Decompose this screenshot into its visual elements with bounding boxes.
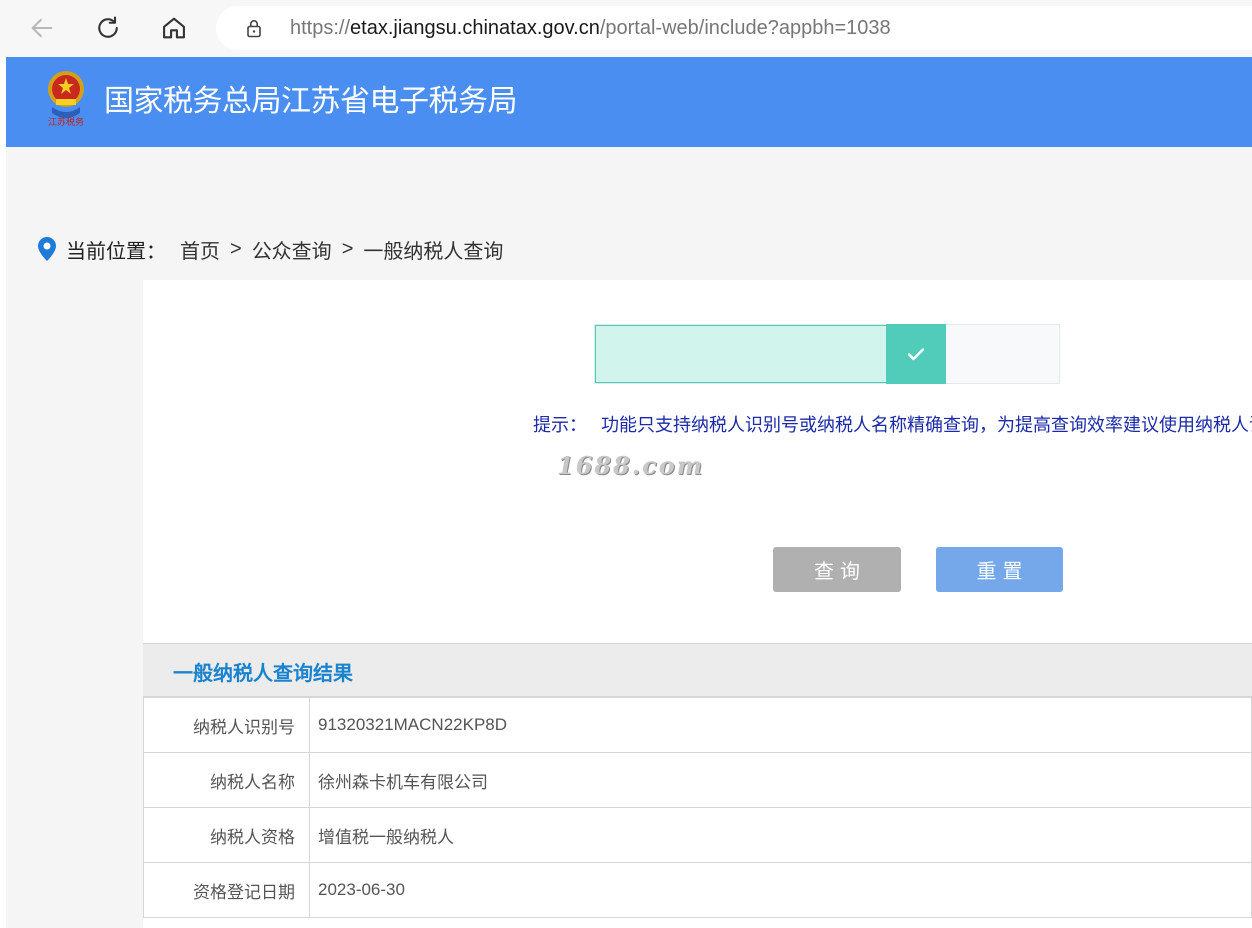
breadcrumb-separator: > <box>341 237 354 260</box>
emblem-caption: 江苏税务 <box>47 118 84 128</box>
taxpayer-id-value: 91320321MACN22KP8D <box>309 697 1252 753</box>
arrow-left-icon <box>31 18 53 38</box>
breadcrumb: 当前位置： 首页 > 公众查询 > 一般纳税人查询 <box>36 235 503 263</box>
breadcrumb-separator: > <box>230 237 242 260</box>
breadcrumb-current: 一般纳税人查询 <box>363 238 504 263</box>
home-icon <box>163 17 185 39</box>
site-title: 国家税务总局江苏省电子税务局 <box>104 84 518 119</box>
field-label: 纳税人资格 <box>143 807 310 863</box>
reload-button[interactable] <box>90 10 126 46</box>
result-table: 纳税人识别号 91320321MACN22KP8D 纳税人名称 徐州森卡机车有限… <box>143 697 1252 918</box>
taxpayer-qualification-value: 增值税一般纳税人 <box>309 807 1252 863</box>
lock-icon <box>247 20 261 38</box>
hint-label: 提示： <box>533 415 587 436</box>
slider-captcha[interactable] <box>594 324 1060 384</box>
table-row: 资格登记日期 2023-06-30 <box>143 862 1252 918</box>
table-row: 纳税人识别号 91320321MACN22KP8D <box>143 697 1252 753</box>
query-panel: 提示： 功能只支持纳税人识别号或纳税人名称精确查询，为提高查询效率建议使用纳税人识… <box>143 280 1252 928</box>
hint-text: 功能只支持纳税人识别号或纳税人名称精确查询，为提高查询效率建议使用纳税人识别号查… <box>601 415 1252 436</box>
url-scheme: https:// <box>290 17 351 39</box>
table-row: 纳税人名称 徐州森卡机车有限公司 <box>143 752 1252 808</box>
browser-toolbar: https://etax.jiangsu.chinatax.gov.cn/por… <box>0 0 1252 57</box>
reload-icon <box>98 16 118 38</box>
site-header: 江苏税务 国家税务总局江苏省电子税务局 <box>6 57 1252 147</box>
address-bar[interactable]: https://etax.jiangsu.chinatax.gov.cn/por… <box>216 6 1252 50</box>
watermark: 1688.com <box>557 451 705 480</box>
slider-handle[interactable] <box>886 324 946 384</box>
table-row: 纳税人资格 增值税一般纳税人 <box>143 807 1252 863</box>
query-button[interactable]: 查询 <box>773 547 901 592</box>
checkmark-icon <box>907 348 925 361</box>
field-label: 资格登记日期 <box>143 862 310 918</box>
back-button[interactable] <box>24 10 60 46</box>
result-title: 一般纳税人查询结果 <box>173 661 353 685</box>
url-path: /portal-web/include?appbh=1038 <box>599 17 891 39</box>
breadcrumb-label: 当前位置： <box>66 238 166 263</box>
query-hint: 提示： 功能只支持纳税人识别号或纳税人名称精确查询，为提高查询效率建议使用纳税人识… <box>533 414 1252 438</box>
result-header: 一般纳税人查询结果 <box>143 643 1252 697</box>
home-button[interactable] <box>156 10 192 46</box>
field-label: 纳税人识别号 <box>143 697 310 753</box>
breadcrumb-home[interactable]: 首页 <box>180 235 220 264</box>
page: 江苏税务 国家税务总局江苏省电子税务局 当前位置： 首页 > 公众查询 > 一般… <box>6 57 1252 928</box>
url-host: etax.jiangsu.chinatax.gov.cn <box>350 17 600 39</box>
reset-button[interactable]: 重置 <box>936 547 1063 592</box>
location-pin-icon <box>38 237 56 261</box>
taxpayer-name-value: 徐州森卡机车有限公司 <box>309 752 1252 808</box>
url-text: https://etax.jiangsu.chinatax.gov.cn/por… <box>290 16 891 40</box>
field-label: 纳税人名称 <box>143 752 310 808</box>
breadcrumb-public-query[interactable]: 公众查询 <box>252 235 332 264</box>
registration-date-value: 2023-06-30 <box>309 862 1252 918</box>
